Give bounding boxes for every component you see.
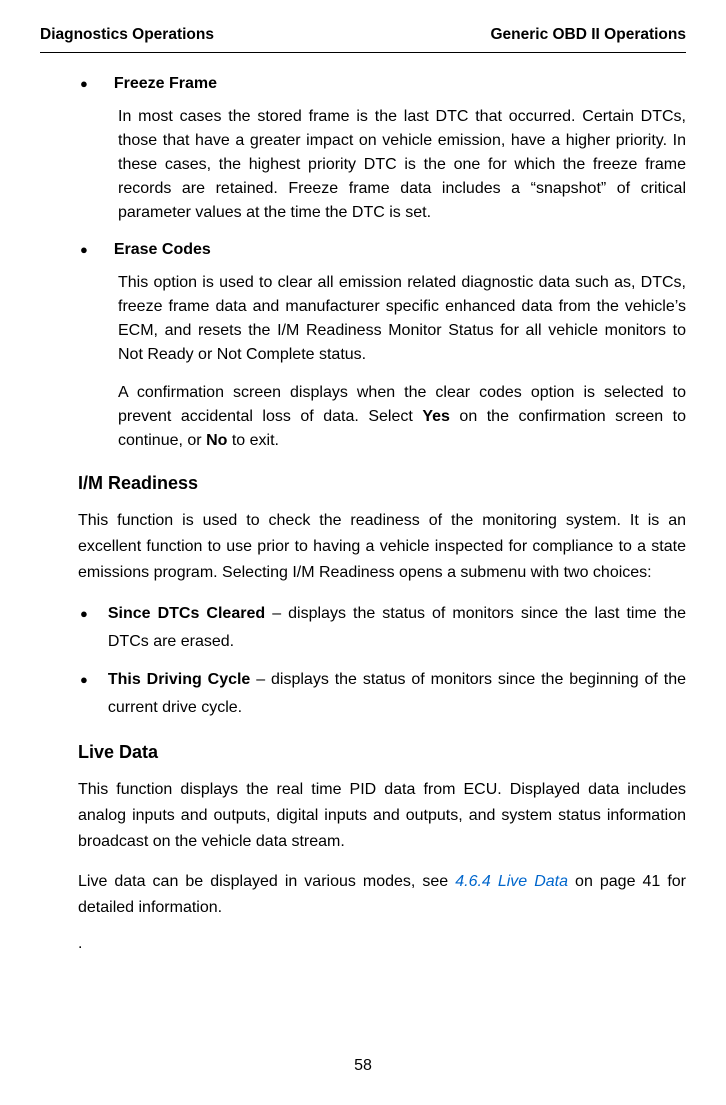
- freeze-frame-body: In most cases the stored frame is the la…: [118, 105, 686, 225]
- bullet-label: This Driving Cycle: [108, 671, 250, 688]
- page-header: Diagnostics Operations Generic OBD II Op…: [40, 26, 686, 53]
- live-data-p2: Live data can be displayed in various mo…: [78, 869, 686, 921]
- erase-codes-body-2: A confirmation screen displays when the …: [118, 381, 686, 453]
- bullet-erase-codes: ● Erase Codes: [40, 239, 686, 261]
- text-span: Live data can be displayed in various mo…: [78, 873, 455, 890]
- bullet-heading: Freeze Frame: [114, 73, 217, 95]
- section-im-readiness: I/M Readiness: [78, 473, 686, 494]
- header-right: Generic OBD II Operations: [490, 26, 686, 44]
- bullet-heading: Erase Codes: [114, 239, 211, 261]
- live-data-p1: This function displays the real time PID…: [78, 777, 686, 855]
- text-span: to exit.: [227, 432, 279, 449]
- header-left: Diagnostics Operations: [40, 26, 214, 44]
- bullet-since-dtcs: ● Since DTCs Cleared – displays the stat…: [40, 600, 686, 656]
- no-label: No: [206, 432, 227, 449]
- erase-codes-body-1: This option is used to clear all emissio…: [118, 271, 686, 367]
- bullet-dot-icon: ●: [80, 666, 88, 722]
- bullet-body: This Driving Cycle – displays the status…: [108, 666, 686, 722]
- bullet-dot-icon: ●: [80, 600, 88, 656]
- section-live-data: Live Data: [78, 742, 686, 763]
- bullet-label: Since DTCs Cleared: [108, 605, 265, 622]
- page-number: 58: [0, 1057, 726, 1075]
- im-readiness-intro: This function is used to check the readi…: [78, 508, 686, 586]
- cross-reference-link[interactable]: 4.6.4 Live Data: [455, 873, 568, 890]
- bullet-dot-icon: ●: [80, 239, 88, 261]
- page-content: ● Freeze Frame In most cases the stored …: [40, 53, 686, 953]
- bullet-body: Since DTCs Cleared – displays the status…: [108, 600, 686, 656]
- bullet-freeze-frame: ● Freeze Frame: [40, 73, 686, 95]
- yes-label: Yes: [422, 408, 450, 425]
- trailing-dot: .: [78, 935, 686, 953]
- bullet-this-driving-cycle: ● This Driving Cycle – displays the stat…: [40, 666, 686, 722]
- bullet-dot-icon: ●: [80, 73, 88, 95]
